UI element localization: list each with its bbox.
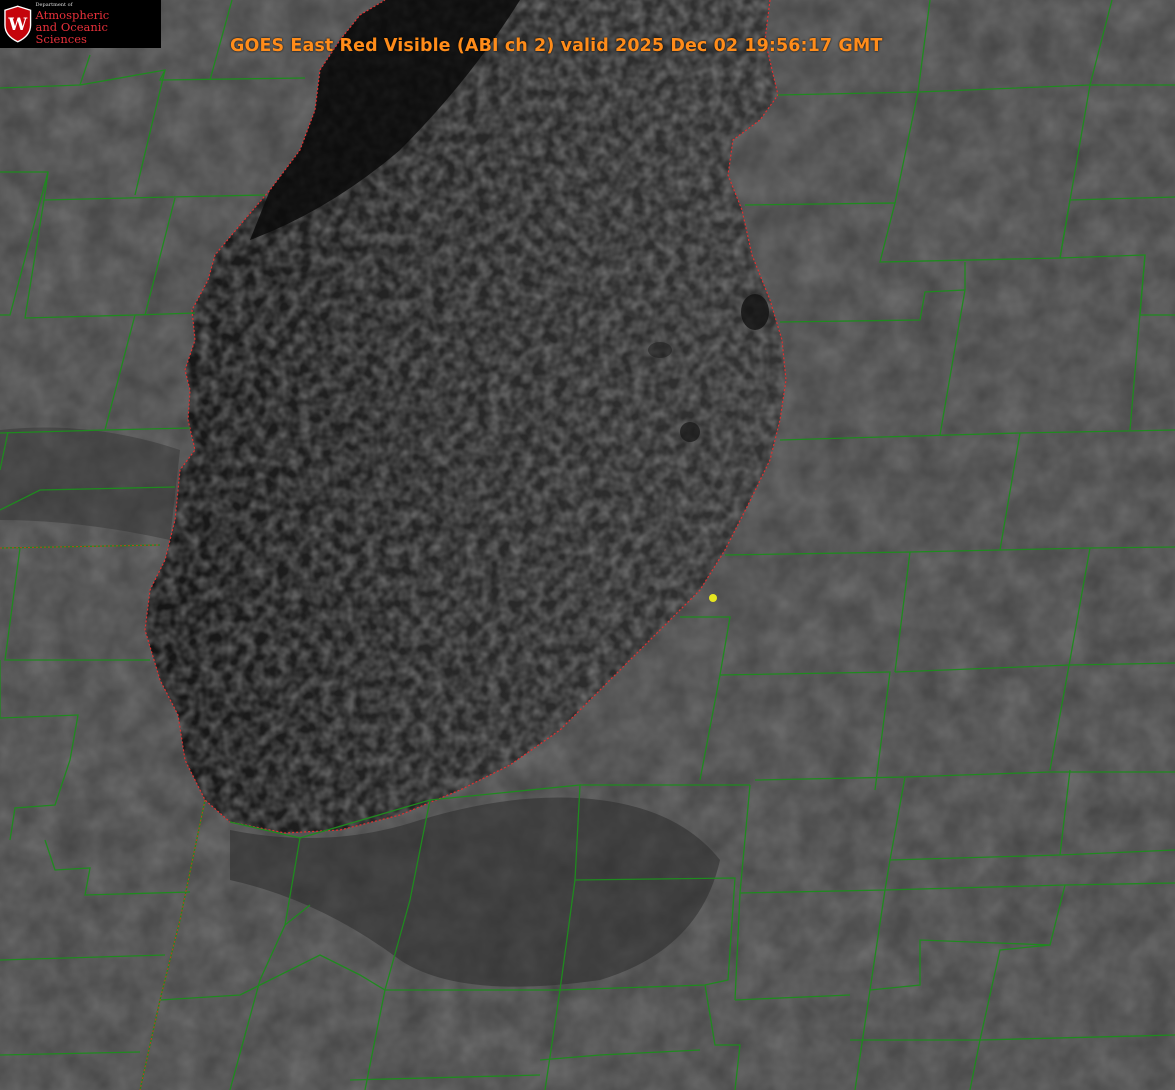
image-title: GOES East Red Visible (ABI ch 2) valid 2… xyxy=(230,36,883,56)
logo-line2: and Oceanic Sciences xyxy=(35,19,108,46)
satellite-image xyxy=(0,0,1175,1090)
logo-line1: Atmospheric xyxy=(35,7,110,22)
location-marker xyxy=(709,594,717,602)
svg-text:W: W xyxy=(7,14,27,34)
logo: W Department of Atmospheric and Oceanic … xyxy=(0,0,161,48)
uw-shield-icon: W xyxy=(4,5,32,43)
